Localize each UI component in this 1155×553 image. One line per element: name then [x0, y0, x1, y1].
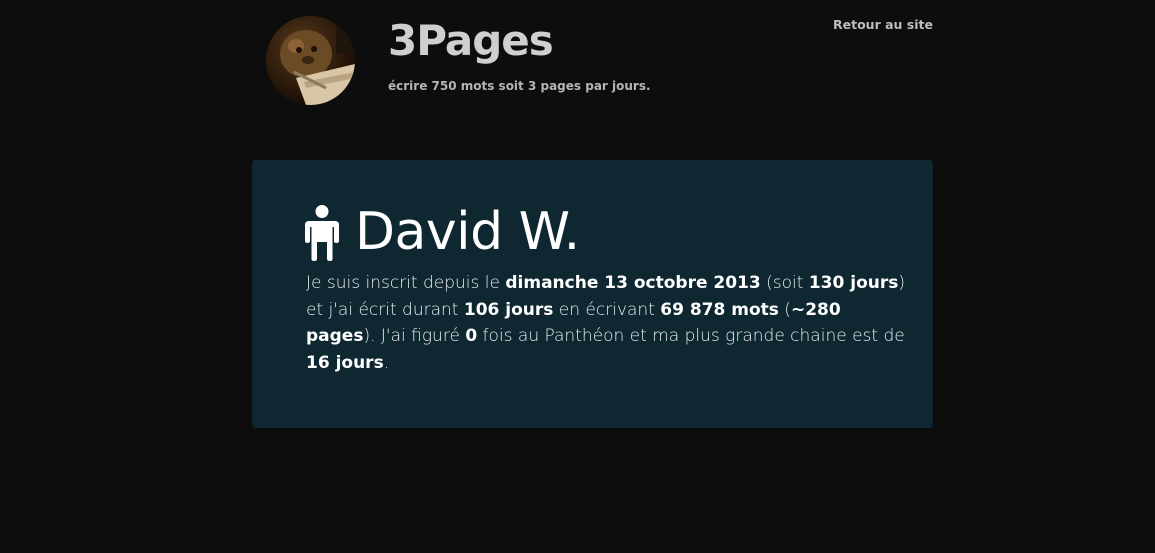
site-tagline: écrire 750 mots soit 3 pages par jours. [388, 79, 651, 93]
avatar-photo [266, 16, 355, 105]
stats-text: fois au Panthéon et ma plus grande chain… [477, 326, 905, 346]
signup-date: dimanche 13 octobre 2013 [505, 273, 761, 293]
avatar[interactable] [266, 16, 355, 105]
user-name: David W. [355, 202, 580, 262]
days-since-signup: 130 jours [808, 273, 899, 293]
stats-text: ( [778, 299, 791, 320]
days-written: 106 jours [463, 299, 554, 320]
stats-text: Je suis inscrit depuis le [306, 273, 506, 293]
longest-chain: 16 jours [306, 352, 384, 373]
stats-text: ). J'ai figuré [363, 326, 466, 346]
stats-text: (soit [760, 273, 809, 293]
site-header: 3Pages écrire 750 mots soit 3 pages par … [0, 0, 1155, 140]
back-to-site-link[interactable]: Retour au site [833, 17, 933, 33]
user-stats: Je suis inscrit depuis le dimanche 13 oc… [306, 270, 906, 376]
pantheon-count: 0 [465, 326, 478, 346]
site-title[interactable]: 3Pages [388, 14, 554, 68]
user-icon [305, 205, 339, 261]
stats-text: . [383, 352, 390, 373]
stats-text: en écrivant [553, 299, 661, 320]
word-count: 69 878 mots [660, 299, 779, 320]
